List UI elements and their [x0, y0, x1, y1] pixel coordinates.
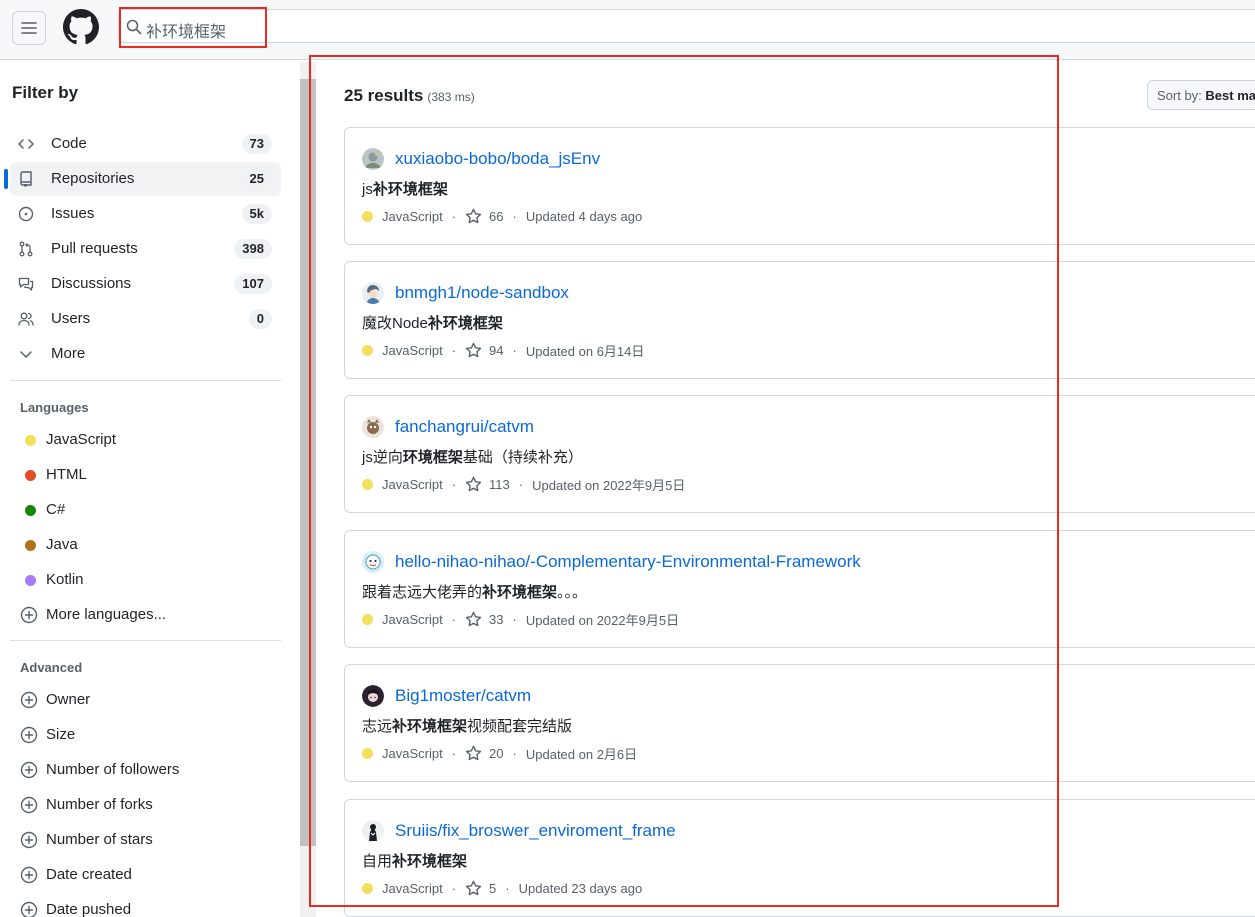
chevron-down-icon: [20, 351, 32, 358]
nav-item-more[interactable]: More: [10, 337, 281, 371]
language-color-dot: [25, 540, 36, 551]
nav-label: Users: [51, 310, 91, 327]
nav-label: Discussions: [51, 275, 132, 292]
advanced-title: Advanced: [20, 660, 83, 675]
code-icon: [18, 139, 34, 149]
language-label: Kotlin: [46, 571, 84, 588]
language-filter-java[interactable]: Java: [10, 528, 281, 562]
nav-count: 0: [248, 309, 272, 329]
nav-item-repositories[interactable]: Repositories 25: [4, 162, 281, 196]
issue-icon: [18, 206, 34, 222]
advanced-filter-owner[interactable]: Owner: [10, 683, 281, 717]
plus-circle-icon: [20, 901, 38, 917]
advanced-filter-label: Number of stars: [46, 831, 153, 848]
nav-count: 398: [234, 239, 272, 259]
language-color-dot: [25, 575, 36, 586]
plus-circle-icon: [20, 831, 38, 849]
plus-circle-icon: [20, 726, 38, 744]
nav-label: Repositories: [51, 170, 135, 187]
plus-circle-icon: [20, 691, 38, 709]
nav-item-discussions[interactable]: Discussions 107: [10, 267, 281, 301]
language-label: JavaScript: [46, 431, 117, 448]
advanced-filter-label: Size: [46, 726, 76, 743]
plus-circle-icon: [20, 866, 38, 884]
search-highlight-box: [119, 7, 267, 48]
more-languages-button[interactable]: More languages...: [10, 598, 281, 632]
pull-request-icon: [19, 241, 33, 257]
nav-item-users[interactable]: Users 0: [10, 302, 281, 336]
filter-title: Filter by: [12, 83, 79, 102]
more-languages-label: More languages...: [46, 606, 167, 623]
plus-circle-icon: [20, 606, 38, 624]
advanced-filter-date-created[interactable]: Date created: [10, 858, 281, 892]
hamburger-menu-button[interactable]: [12, 11, 46, 45]
plus-circle-icon: [20, 761, 38, 779]
language-label: HTML: [46, 466, 87, 483]
people-icon: [18, 312, 34, 326]
nav-count: 25: [241, 169, 272, 189]
language-color-dot: [25, 470, 36, 481]
language-filter-csharp[interactable]: C#: [10, 493, 281, 527]
language-filter-javascript[interactable]: JavaScript: [10, 423, 281, 457]
nav-item-code[interactable]: Code 73: [10, 127, 281, 161]
language-color-dot: [25, 435, 36, 446]
sort-dropdown-button[interactable]: Sort by: Best match: [1147, 80, 1255, 110]
plus-circle-icon: [20, 796, 38, 814]
filter-sidebar: Filter by Code 73 Repositories 25 Issues…: [0, 60, 300, 917]
advanced-filter-label: Number of forks: [46, 796, 153, 813]
nav-label: Pull requests: [51, 240, 138, 257]
sort-value: Best match: [1205, 88, 1255, 103]
nav-label: Code: [51, 135, 87, 152]
nav-item-pull-requests[interactable]: Pull requests 398: [10, 232, 281, 266]
advanced-filter-label: Date pushed: [46, 901, 132, 917]
languages-title: Languages: [20, 400, 89, 415]
discussion-icon: [18, 277, 34, 291]
advanced-filter-label: Owner: [46, 691, 91, 708]
sidebar-divider: [10, 380, 281, 381]
nav-item-issues[interactable]: Issues 5k: [10, 197, 281, 231]
language-color-dot: [25, 505, 36, 516]
menu-icon: [21, 22, 37, 34]
nav-label: Issues: [51, 205, 95, 222]
repo-icon: [20, 171, 32, 187]
nav-label: More: [51, 345, 86, 362]
language-label: Java: [46, 536, 78, 553]
advanced-filter-followers[interactable]: Number of followers: [10, 753, 281, 787]
advanced-filter-date-pushed[interactable]: Date pushed: [10, 893, 281, 917]
language-label: C#: [46, 501, 66, 518]
results-highlight-box: [309, 55, 1059, 907]
nav-count: 107: [234, 274, 272, 294]
advanced-filter-stars[interactable]: Number of stars: [10, 823, 281, 857]
advanced-filter-forks[interactable]: Number of forks: [10, 788, 281, 822]
nav-count: 5k: [241, 204, 272, 224]
nav-count: 73: [241, 134, 272, 154]
sort-label: Sort by:: [1157, 88, 1202, 103]
advanced-filter-label: Number of followers: [46, 761, 180, 778]
advanced-filter-label: Date created: [46, 866, 132, 883]
github-logo-icon[interactable]: [63, 9, 99, 45]
sidebar-divider: [10, 640, 281, 641]
advanced-filter-size[interactable]: Size: [10, 718, 281, 752]
language-filter-html[interactable]: HTML: [10, 458, 281, 492]
language-filter-kotlin[interactable]: Kotlin: [10, 563, 281, 597]
search-input[interactable]: 补环境框架: [118, 9, 1255, 43]
